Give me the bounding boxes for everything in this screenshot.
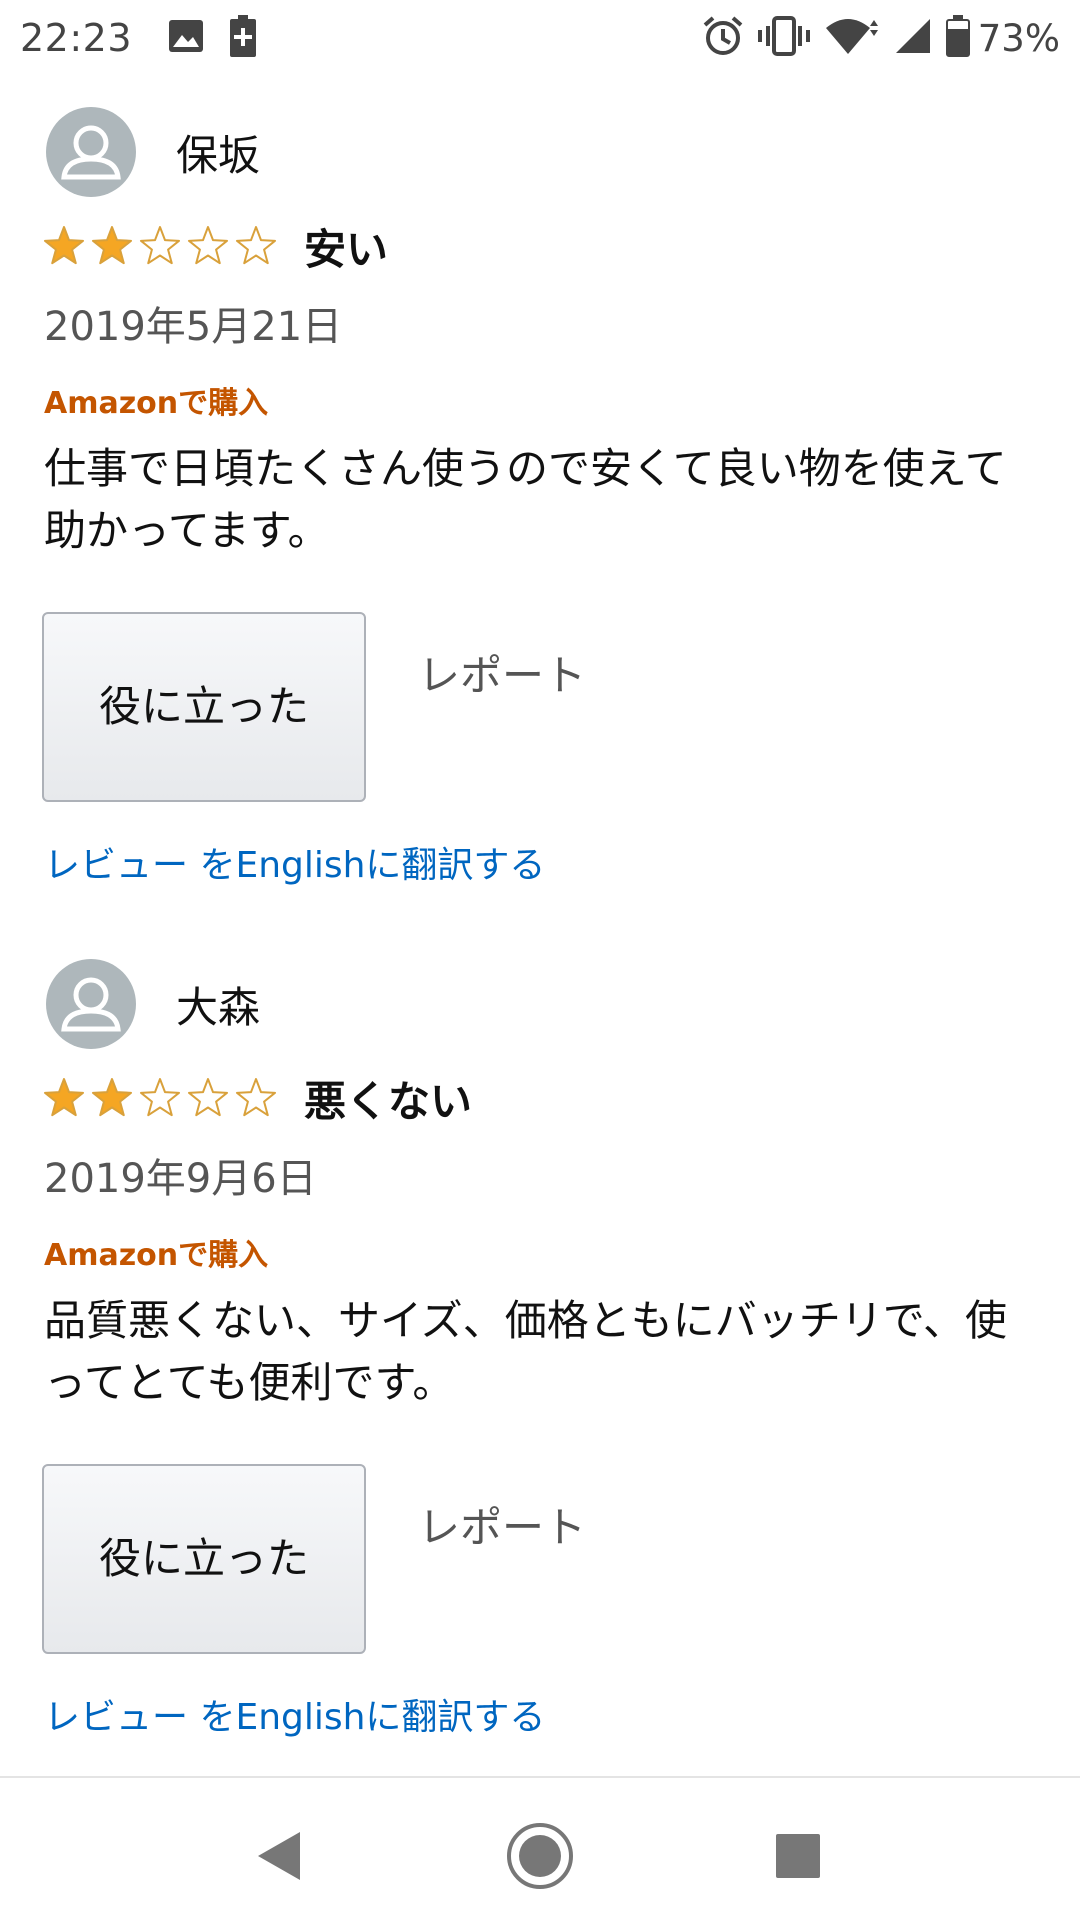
- helpful-button[interactable]: 役に立った: [42, 612, 366, 802]
- home-button[interactable]: [492, 1808, 588, 1904]
- star-empty-icon: [235, 1078, 277, 1117]
- recents-button[interactable]: [750, 1808, 846, 1904]
- star-empty-icon: [139, 226, 181, 265]
- status-time: 22:23: [20, 16, 133, 60]
- verified-purchase-badge: Amazonで購入: [44, 386, 269, 421]
- alarm-icon: [702, 15, 744, 61]
- status-left: 22:23: [20, 15, 282, 61]
- review-body: 品質悪くない、サイズ、価格ともにバッチリで、使ってとても便利です。: [44, 1296, 1008, 1407]
- reviewer-name: 保坂: [176, 130, 261, 180]
- star-filled-icon: [43, 226, 85, 265]
- review-title[interactable]: 安い: [304, 216, 388, 277]
- person-icon: [61, 977, 121, 1032]
- image-icon: [168, 19, 204, 57]
- navigation-bar: [0, 1776, 1080, 1920]
- reviewer-profile[interactable]: 大森: [46, 958, 260, 1050]
- signal-icon: [894, 17, 932, 59]
- reviewer-profile[interactable]: 保坂: [46, 106, 260, 198]
- review-title[interactable]: 悪くない: [304, 1068, 472, 1129]
- review-item: 保坂 安い 2019年5月21日 Amazonで購入 仕事で日頃たくさん使うので…: [0, 76, 1080, 926]
- review-date: 2019年5月21日: [44, 304, 343, 350]
- reviewer-name: 大森: [176, 982, 261, 1032]
- star-empty-icon: [235, 226, 277, 265]
- review-date: 2019年9月6日: [44, 1156, 317, 1202]
- report-link[interactable]: レポート: [418, 1494, 586, 1555]
- star-rating: [42, 1076, 282, 1120]
- helpful-button[interactable]: 役に立った: [42, 1464, 366, 1654]
- verified-purchase-badge: Amazonで購入: [44, 1238, 269, 1273]
- back-icon: [258, 1832, 300, 1880]
- report-link[interactable]: レポート: [418, 642, 586, 703]
- avatar: [46, 959, 136, 1049]
- star-empty-icon: [187, 1078, 229, 1117]
- battery-icon: [945, 15, 970, 61]
- star-filled-icon: [43, 1078, 85, 1117]
- wifi-icon: [824, 16, 880, 60]
- battery-saver-icon: [230, 15, 257, 61]
- status-bar: 22:23 73%: [0, 0, 1080, 76]
- status-right: 73%: [688, 15, 1060, 61]
- recents-icon: [776, 1834, 820, 1878]
- review-item: 大森 悪くない 2019年9月6日 Amazonで購入 品質悪くない、サイズ、価…: [0, 928, 1080, 1776]
- avatar: [46, 107, 136, 197]
- star-empty-icon: [139, 1078, 181, 1117]
- star-filled-icon: [91, 1078, 133, 1117]
- back-button[interactable]: [232, 1808, 328, 1904]
- review-list[interactable]: 保坂 安い 2019年5月21日 Amazonで購入 仕事で日頃たくさん使うので…: [0, 76, 1080, 1776]
- battery-percent: 73%: [977, 16, 1060, 60]
- rating-row: 悪くない: [42, 1068, 472, 1128]
- star-rating: [42, 224, 282, 268]
- translate-link[interactable]: レビュー をEnglishに翻訳する: [44, 836, 545, 888]
- vibrate-icon: [757, 16, 810, 60]
- home-icon: [507, 1823, 573, 1889]
- translate-link[interactable]: レビュー をEnglishに翻訳する: [44, 1688, 545, 1740]
- star-filled-icon: [91, 226, 133, 265]
- star-empty-icon: [187, 226, 229, 265]
- rating-row: 安い: [42, 216, 388, 276]
- person-icon: [61, 125, 121, 180]
- review-body: 仕事で日頃たくさん使うので安くて良い物を使えて助かってます。: [44, 444, 1007, 555]
